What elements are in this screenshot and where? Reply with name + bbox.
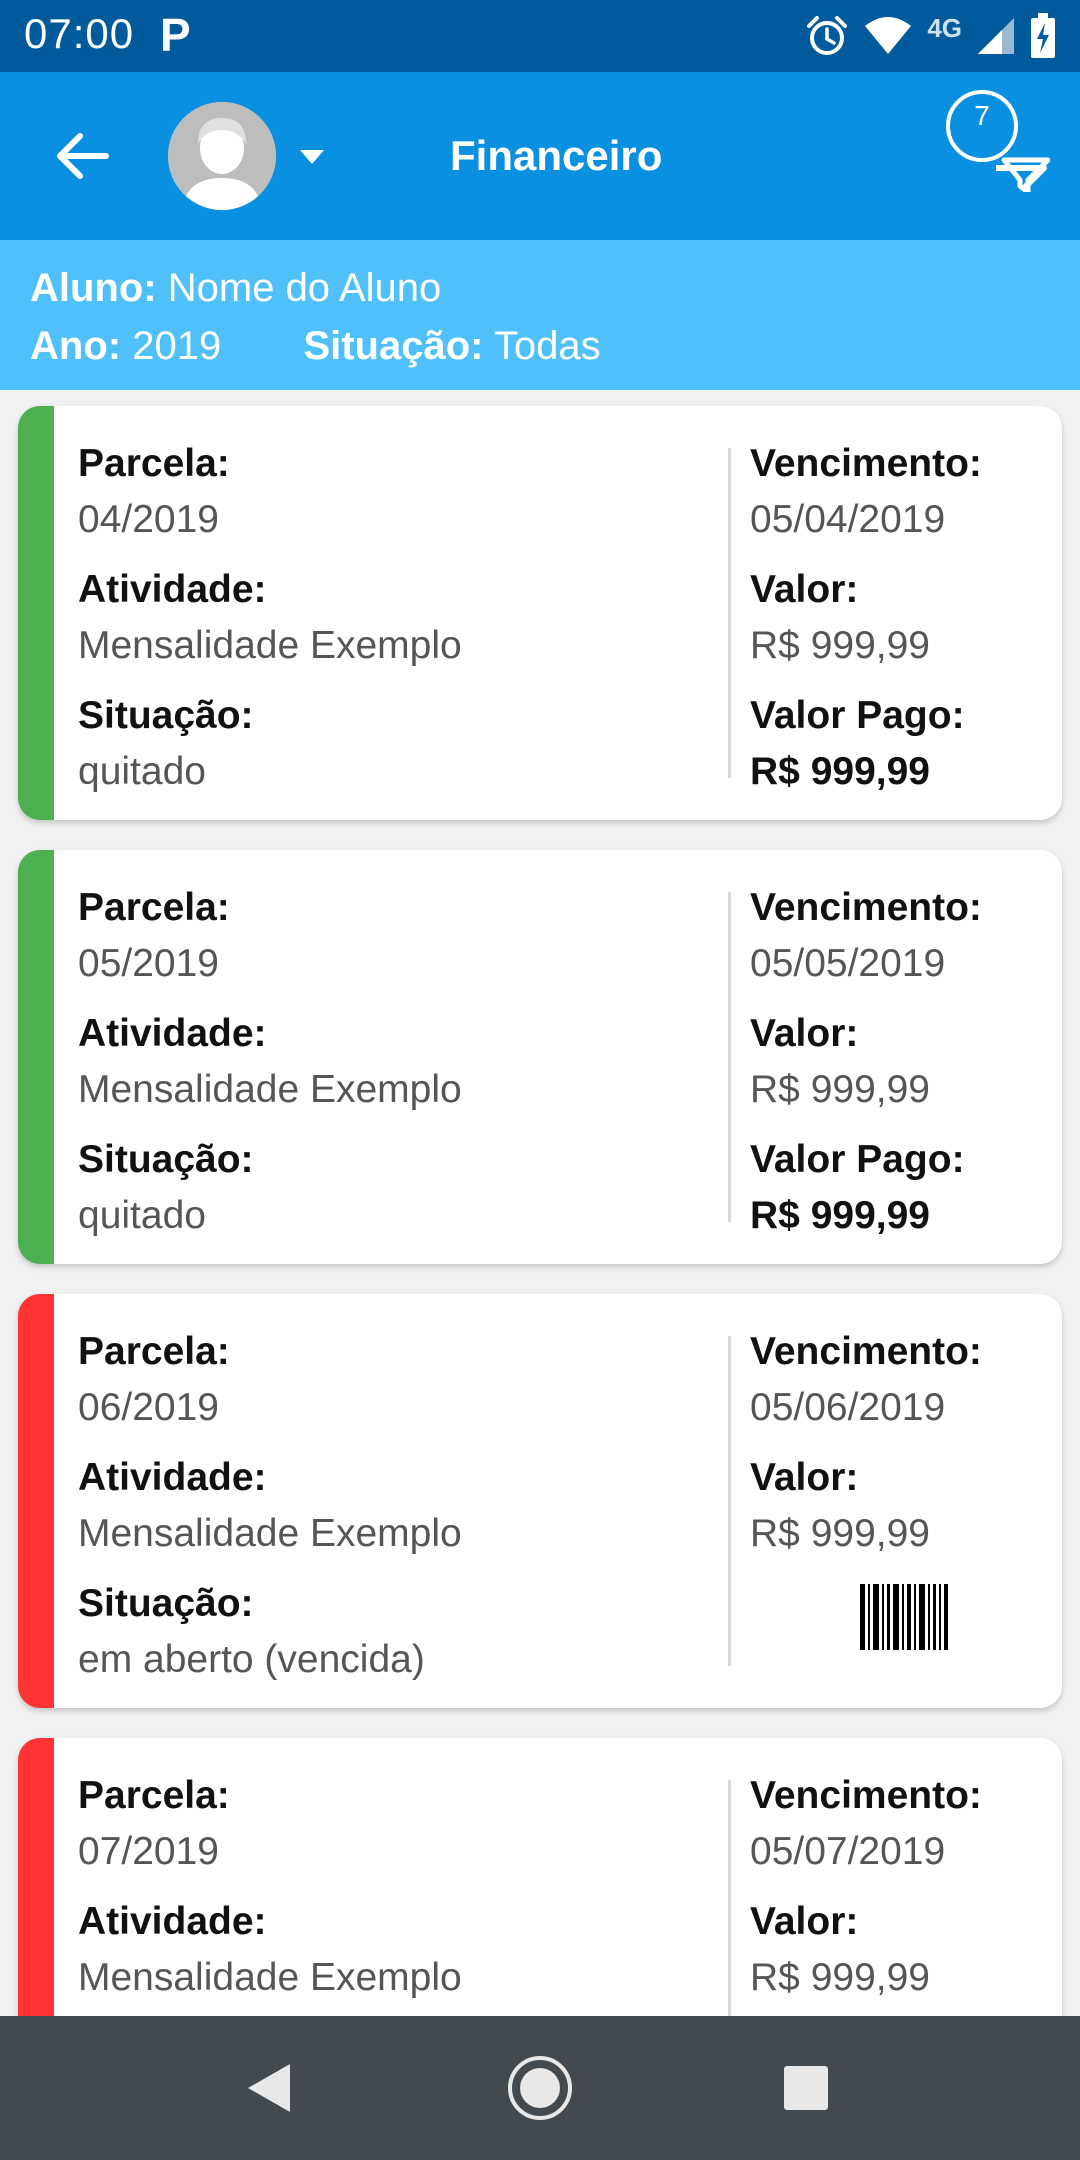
- year-status-filter: Ano: 2019 Situação: Todas: [30, 324, 601, 369]
- status-filter-label: Situação:: [303, 324, 484, 368]
- student-value: Nome do Aluno: [167, 266, 442, 310]
- activity-value: Mensalidade Exemplo: [78, 624, 462, 667]
- year-label: Ano:: [30, 324, 122, 368]
- activity-label: Atividade:: [78, 568, 267, 611]
- amount-value: R$ 999,99: [750, 1512, 930, 1555]
- amount-value: R$ 999,99: [750, 624, 930, 667]
- status-icons: 4G: [805, 12, 1056, 60]
- due-date-value: 05/06/2019: [750, 1386, 946, 1429]
- nav-back-icon[interactable]: [244, 2062, 294, 2114]
- signal-icon: [978, 18, 1014, 54]
- installment-label: Parcela:: [78, 1774, 230, 1817]
- parking-notification-icon: P: [160, 9, 191, 61]
- card-divider: [728, 448, 731, 778]
- due-date-label: Vencimento:: [750, 1330, 982, 1373]
- network-type: 4G: [927, 12, 962, 43]
- student-label: Aluno:: [30, 266, 157, 310]
- status-value: quitado: [78, 750, 206, 793]
- filter-funnel-icon[interactable]: [940, 82, 1050, 192]
- year-value: 2019: [132, 324, 222, 368]
- amount-paid-label: Valor Pago:: [750, 694, 965, 737]
- caret-down-icon[interactable]: [296, 144, 328, 168]
- installment-label: Parcela:: [78, 886, 230, 929]
- barcode-icon[interactable]: [858, 1584, 950, 1650]
- installment-card[interactable]: Parcela: 05/2019 Atividade: Mensalidade …: [18, 850, 1062, 1264]
- installment-label: Parcela:: [78, 442, 230, 485]
- installment-card[interactable]: Parcela: 04/2019 Atividade: Mensalidade …: [18, 406, 1062, 820]
- status-time: 07:00: [24, 10, 135, 57]
- alarm-icon: [807, 16, 848, 55]
- activity-value: Mensalidade Exemplo: [78, 1956, 462, 1999]
- status-label: Situação:: [78, 1138, 254, 1181]
- back-arrow-icon[interactable]: [50, 124, 114, 188]
- amount-label: Valor:: [750, 568, 859, 611]
- amount-value: R$ 999,99: [750, 1956, 930, 1999]
- status-filter-value: Todas: [493, 324, 601, 368]
- installment-value: 07/2019: [78, 1830, 219, 1873]
- student-filter: Aluno: Nome do Aluno: [30, 266, 441, 311]
- activity-value: Mensalidade Exemplo: [78, 1068, 462, 1111]
- activity-label: Atividade:: [78, 1900, 267, 1943]
- nav-home-icon[interactable]: [506, 2054, 574, 2122]
- status-stripe: [18, 850, 54, 1264]
- due-date-label: Vencimento:: [750, 442, 982, 485]
- due-date-value: 05/07/2019: [750, 1830, 946, 1873]
- installment-card[interactable]: Parcela: 06/2019 Atividade: Mensalidade …: [18, 1294, 1062, 1708]
- amount-paid-value: R$ 999,99: [750, 1194, 930, 1237]
- due-date-value: 05/04/2019: [750, 498, 946, 541]
- installment-value: 06/2019: [78, 1386, 219, 1429]
- installment-value: 05/2019: [78, 942, 219, 985]
- filter-summary[interactable]: Aluno: Nome do Aluno Ano: 2019 Situação:…: [0, 240, 1080, 390]
- status-stripe: [18, 1294, 54, 1708]
- amount-label: Valor:: [750, 1900, 859, 1943]
- card-divider: [728, 1336, 731, 1666]
- nav-recents-icon[interactable]: [783, 2065, 829, 2111]
- amount-paid-value: R$ 999,99: [750, 750, 930, 793]
- installment-value: 04/2019: [78, 498, 219, 541]
- avatar-placeholder-icon: [168, 102, 276, 210]
- avatar[interactable]: [168, 102, 276, 210]
- activity-label: Atividade:: [78, 1012, 267, 1055]
- status-label: Situação:: [78, 1582, 254, 1625]
- installment-label: Parcela:: [78, 1330, 230, 1373]
- app-bar: Financeiro: [0, 72, 1080, 240]
- status-value: quitado: [78, 1194, 206, 1237]
- status-bar: 07:00 P 4G: [0, 0, 1080, 72]
- activity-label: Atividade:: [78, 1456, 267, 1499]
- due-date-value: 05/05/2019: [750, 942, 946, 985]
- card-divider: [728, 892, 731, 1222]
- wifi-icon: [865, 17, 912, 54]
- status-value: em aberto (vencida): [78, 1638, 425, 1681]
- activity-value: Mensalidade Exemplo: [78, 1512, 462, 1555]
- page-title: Financeiro: [450, 132, 663, 179]
- amount-paid-label: Valor Pago:: [750, 1138, 965, 1181]
- battery-charging-icon: [1031, 13, 1055, 58]
- status-stripe: [18, 406, 54, 820]
- amount-label: Valor:: [750, 1012, 859, 1055]
- status-label: Situação:: [78, 694, 254, 737]
- amount-value: R$ 999,99: [750, 1068, 930, 1111]
- system-nav-bar: [0, 2016, 1080, 2160]
- amount-label: Valor:: [750, 1456, 859, 1499]
- due-date-label: Vencimento:: [750, 1774, 982, 1817]
- due-date-label: Vencimento:: [750, 886, 982, 929]
- notification-count-badge: 7: [974, 100, 990, 131]
